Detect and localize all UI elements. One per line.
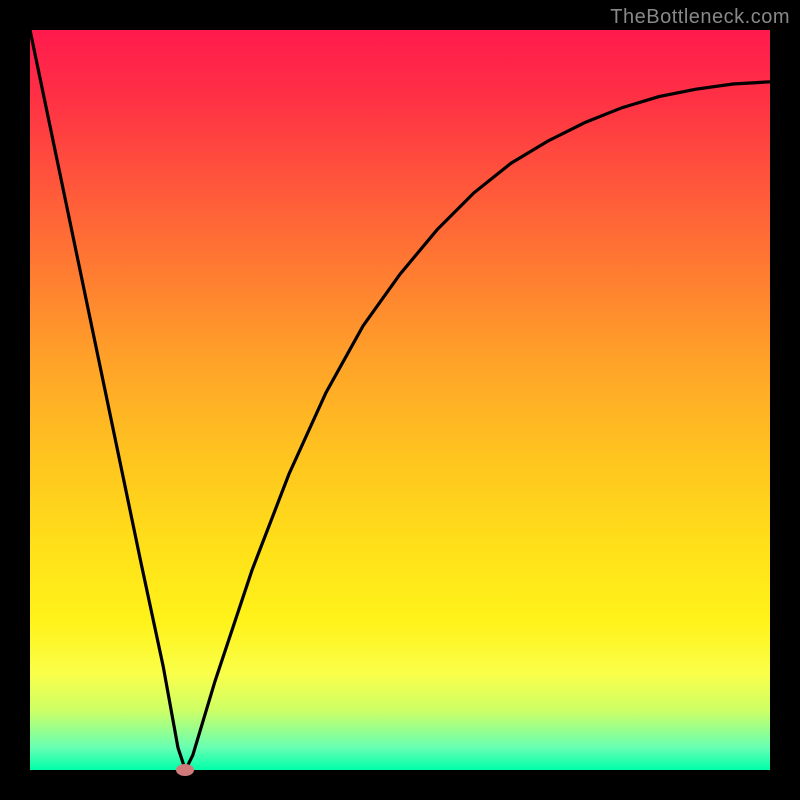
plot-area: [30, 30, 770, 770]
curve-line: [30, 30, 770, 770]
bottleneck-curve: [30, 30, 770, 770]
minimum-marker: [176, 764, 194, 776]
chart-container: TheBottleneck.com: [0, 0, 800, 800]
watermark-text: TheBottleneck.com: [610, 6, 790, 29]
